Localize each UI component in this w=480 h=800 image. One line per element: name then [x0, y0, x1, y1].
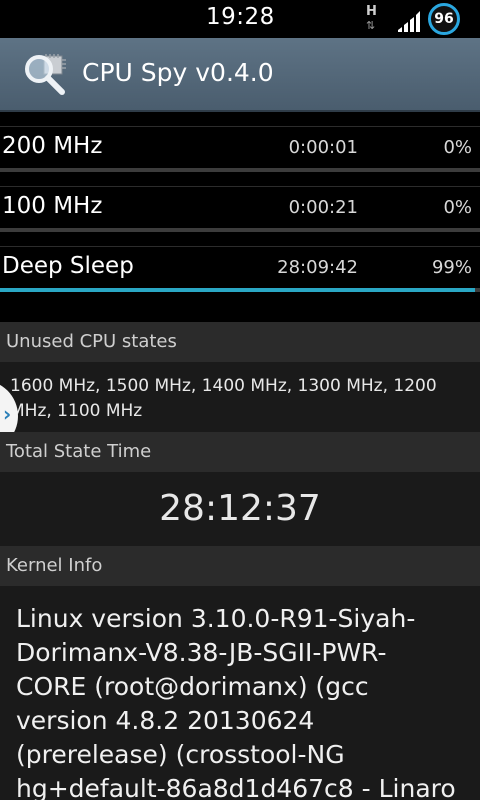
- kernel-info-header: Kernel Info: [0, 546, 480, 586]
- app-title: CPU Spy v0.4.0: [82, 58, 274, 87]
- section-title: Unused CPU states: [6, 331, 177, 352]
- battery-level: 96: [434, 11, 454, 27]
- state-progress-bar: [0, 228, 480, 232]
- status-time: 19:28: [206, 4, 275, 30]
- total-time-panel: 28:12:37: [0, 472, 480, 546]
- unused-states-header: Unused CPU states: [0, 322, 480, 362]
- kernel-info-text: Linux version 3.10.0-R91-Siyah-Dorimanx-…: [16, 604, 456, 800]
- battery-icon: 96: [428, 3, 460, 35]
- network-type-icon: H ⇅: [364, 4, 380, 32]
- state-percent: 0%: [443, 137, 472, 158]
- state-frequency: 200 MHz: [2, 133, 103, 159]
- state-duration: 0:00:21: [288, 197, 358, 218]
- magnifier-chip-icon[interactable]: [22, 52, 68, 98]
- total-time-header: Total State Time: [0, 432, 480, 472]
- unused-states-panel: 1600 MHz, 1500 MHz, 1400 MHz, 1300 MHz, …: [0, 362, 480, 432]
- state-frequency: 100 MHz: [2, 193, 103, 219]
- state-row: 100 MHz 0:00:21 0%: [0, 186, 480, 231]
- state-row: 200 MHz 0:00:01 0%: [0, 126, 480, 171]
- data-activity-icon: ⇅: [366, 19, 376, 32]
- state-duration: 0:00:01: [288, 137, 358, 158]
- section-title: Kernel Info: [6, 555, 103, 576]
- state-frequency: Deep Sleep: [2, 253, 134, 279]
- state-progress-fill: [0, 288, 476, 292]
- state-progress-bar: [0, 288, 480, 292]
- action-bar: CPU Spy v0.4.0: [0, 38, 480, 112]
- state-duration: 28:09:42: [277, 257, 358, 278]
- total-time-value: 28:12:37: [159, 488, 321, 529]
- state-percent: 99%: [431, 257, 472, 278]
- state-percent: 0%: [443, 197, 472, 218]
- state-progress-bar: [0, 168, 480, 172]
- state-row: Deep Sleep 28:09:42 99%: [0, 246, 480, 291]
- chevron-right-icon: ›: [3, 402, 12, 426]
- network-type-label: H: [366, 4, 377, 19]
- signal-strength-icon: [398, 11, 420, 32]
- status-bar: 19:28 H ⇅ 96: [0, 0, 480, 38]
- section-title: Total State Time: [6, 441, 152, 462]
- kernel-info-panel: Linux version 3.10.0-R91-Siyah-Dorimanx-…: [0, 586, 480, 800]
- unused-states-list: 1600 MHz, 1500 MHz, 1400 MHz, 1300 MHz, …: [10, 376, 437, 421]
